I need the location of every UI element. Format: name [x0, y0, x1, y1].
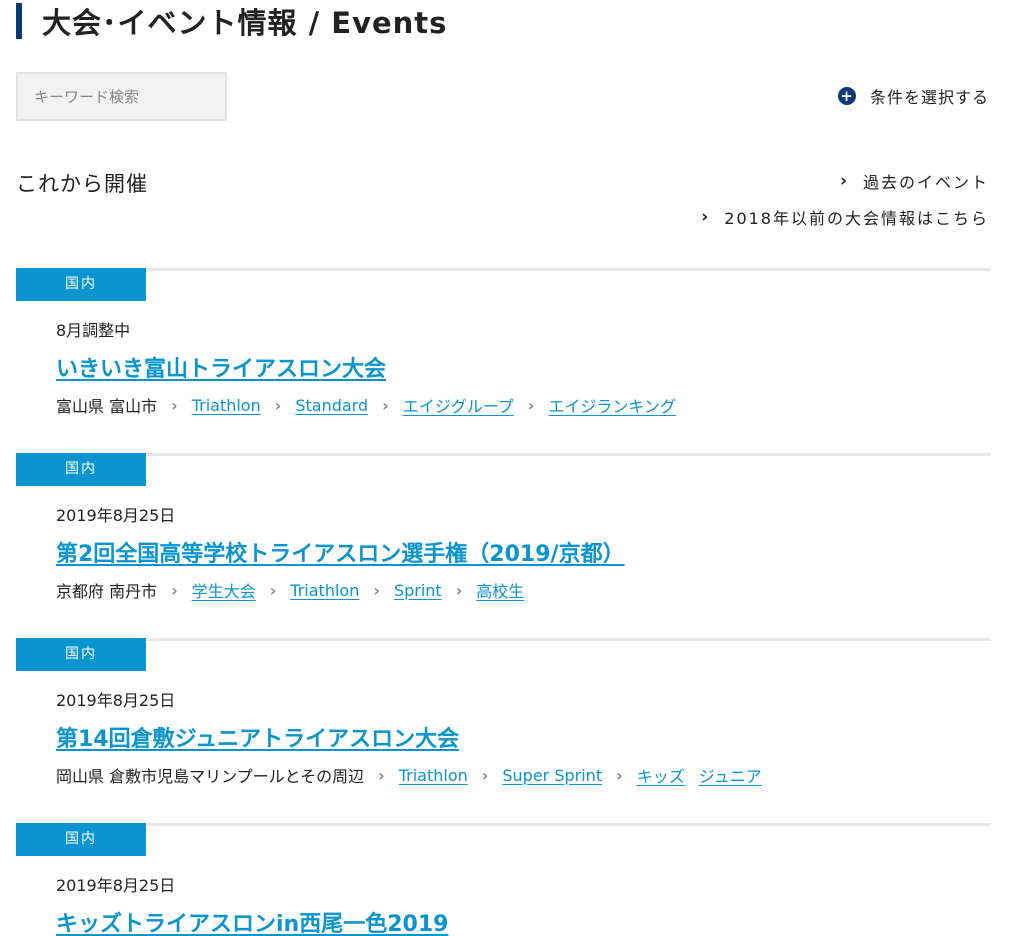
chevron-right-icon: › — [527, 395, 535, 415]
event-item: 国内 8月調整中 いきいき富山トライアスロン大会 富山県 富山市 › Triat… — [16, 268, 991, 417]
event-region-badge: 国内 — [16, 453, 146, 486]
past-events-link[interactable]: › 過去のイベント — [701, 168, 989, 194]
page-title: 大会･イベント情報 / Events — [42, 6, 448, 40]
select-conditions-button[interactable]: + 条件を選択する — [837, 84, 989, 108]
events-page: 大会･イベント情報 / Events + 条件を選択する これから開催 › 過去… — [0, 0, 1021, 936]
event-tag-link[interactable]: Triathlon — [192, 396, 261, 415]
event-tag-link[interactable]: キッズ — [637, 763, 685, 787]
event-item: 国内 2019年8月25日 第14回倉敷ジュニアトライアスロン大会 岡山県 倉敷… — [16, 638, 991, 787]
event-tag-link[interactable]: エイジランキング — [548, 393, 676, 417]
chevron-right-icon: › — [269, 580, 277, 600]
event-tag-link[interactable]: Super Sprint — [502, 766, 602, 785]
event-date: 2019年8月25日 — [56, 876, 176, 895]
event-title-link[interactable]: いきいき富山トライアスロン大会 — [56, 351, 386, 383]
chevron-right-icon: › — [274, 395, 282, 415]
event-title-link[interactable]: 第2回全国高等学校トライアスロン選手権（2019/京都） — [56, 536, 625, 568]
event-divider — [16, 638, 991, 641]
select-conditions-label: 条件を選択する — [869, 88, 989, 107]
event-region-badge: 国内 — [16, 638, 146, 671]
event-title-link[interactable]: 第14回倉敷ジュニアトライアスロン大会 — [56, 721, 459, 753]
chevron-right-icon: › — [839, 171, 849, 191]
pre-2018-events-link[interactable]: › 2018年以前の大会情報はこちら — [701, 204, 989, 230]
event-tag-link[interactable]: 学生大会 — [192, 578, 256, 602]
plus-circle-icon: + — [837, 87, 856, 105]
event-divider — [16, 823, 991, 826]
event-date: 2019年8月25日 — [56, 506, 176, 525]
page-header: 大会･イベント情報 / Events — [16, 2, 447, 40]
chevron-right-icon: › — [701, 207, 711, 227]
event-meta: 京都府 南丹市 › 学生大会 › Triathlon › Sprint › 高校… — [56, 578, 991, 602]
header-accent-bar — [16, 3, 22, 39]
chevron-right-icon: › — [481, 765, 489, 785]
event-meta: 富山県 富山市 › Triathlon › Standard › エイジグループ… — [56, 393, 991, 417]
event-region-badge: 国内 — [16, 823, 146, 856]
event-tag-link[interactable]: Standard — [295, 396, 368, 415]
event-tag-link[interactable]: Triathlon — [399, 766, 468, 785]
event-item: 国内 2019年8月25日 キッズトライアスロンin西尾一色2019 — [16, 823, 991, 936]
chevron-right-icon: › — [378, 765, 385, 785]
event-title-link[interactable]: キッズトライアスロンin西尾一色2019 — [56, 906, 448, 936]
event-tag-link[interactable]: エイジグループ — [403, 393, 514, 417]
chevron-right-icon: › — [171, 580, 178, 600]
event-region-badge: 国内 — [16, 268, 146, 301]
upcoming-heading: これから開催 — [16, 172, 148, 196]
side-links: › 過去のイベント › 2018年以前の大会情報はこちら — [701, 168, 989, 240]
event-divider — [16, 453, 991, 456]
event-item: 国内 2019年8月25日 第2回全国高等学校トライアスロン選手権（2019/京… — [16, 453, 991, 602]
chevron-right-icon: › — [455, 580, 463, 600]
past-events-label: 過去のイベント — [862, 173, 989, 192]
event-tag-link[interactable]: ジュニア — [699, 763, 762, 787]
keyword-search-input[interactable] — [16, 72, 227, 121]
event-tag-link[interactable]: Sprint — [394, 581, 442, 600]
event-divider — [16, 268, 991, 271]
chevron-right-icon: › — [373, 580, 380, 600]
event-meta: 岡山県 倉敷市児島マリンプールとその周辺 › Triathlon › Super… — [56, 763, 991, 787]
event-location: 富山県 富山市 — [56, 397, 158, 416]
event-location: 岡山県 倉敷市児島マリンプールとその周辺 — [56, 767, 365, 786]
event-location: 京都府 南丹市 — [56, 582, 158, 601]
event-tag-link[interactable]: 高校生 — [476, 578, 524, 602]
chevron-right-icon: › — [171, 395, 178, 415]
event-date: 2019年8月25日 — [56, 691, 176, 710]
pre-2018-events-label: 2018年以前の大会情報はこちら — [724, 209, 989, 228]
event-tag-link[interactable]: Triathlon — [290, 581, 359, 600]
event-date: 8月調整中 — [56, 321, 131, 340]
chevron-right-icon: › — [382, 395, 389, 415]
chevron-right-icon: › — [616, 765, 623, 785]
